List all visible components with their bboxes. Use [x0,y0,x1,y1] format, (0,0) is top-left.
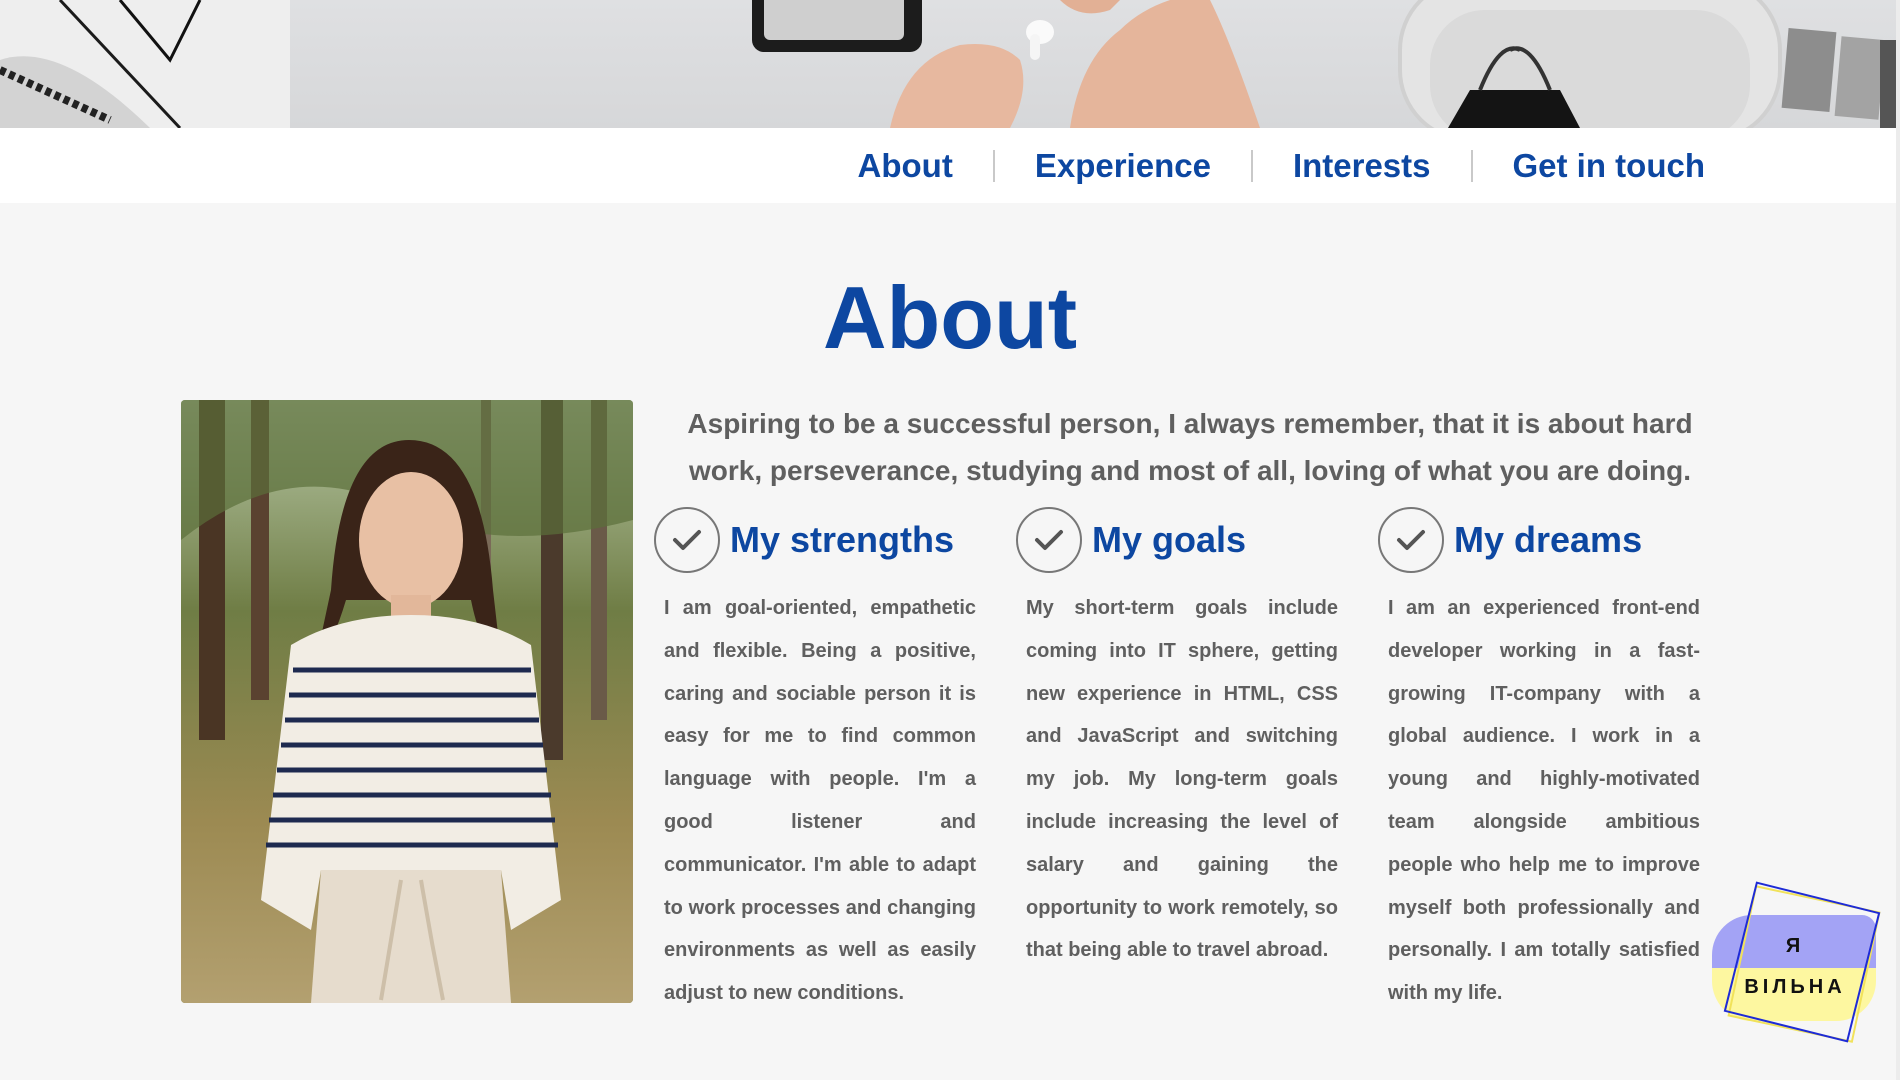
top-nav: About Experience Interests Get in touch [0,128,1900,203]
scrollbar[interactable] [1896,0,1900,1080]
dreams-header: My dreams [1378,505,1718,575]
nav-menu: About Experience Interests Get in touch [818,128,1705,203]
badge-text-line1: Я [1785,935,1805,957]
nav-link-experience[interactable]: Experience [995,147,1251,185]
strengths-column: My strengths I am goal-oriented, empathe… [654,505,994,1015]
ya-vilna-badge[interactable]: Я ВІЛЬНА [1710,881,1881,1045]
strengths-title: My strengths [730,519,955,560]
check-circle-icon [654,507,720,573]
goals-header: My goals [1016,505,1356,575]
strengths-header: My strengths [654,505,994,575]
hero-image [0,0,1900,128]
nav-link-about[interactable]: About [818,147,993,185]
nav-link-get-in-touch[interactable]: Get in touch [1473,147,1706,185]
nav-link-interests[interactable]: Interests [1253,147,1471,185]
about-heading: About [822,268,1078,367]
hero-banner [0,0,1900,128]
about-intro: Aspiring to be a successful person, I al… [687,408,1693,486]
profile-photo [181,400,633,1003]
check-circle-icon [1016,507,1082,573]
dreams-text: I am an experienced front-end developer … [1388,597,1700,1005]
badge-text-line2: ВІЛЬНА [1744,976,1846,998]
goals-title: My goals [1092,519,1247,560]
goals-text: My short-term goals include coming into … [1026,597,1338,962]
page: About Experience Interests Get in touch … [0,0,1900,1080]
strengths-text: I am goal-oriented, empathetic and flexi… [664,597,976,1005]
dreams-title: My dreams [1454,519,1643,560]
dreams-column: My dreams I am an experienced front-end … [1378,505,1718,1015]
goals-column: My goals My short-term goals include com… [1016,505,1356,972]
check-circle-icon [1378,507,1444,573]
